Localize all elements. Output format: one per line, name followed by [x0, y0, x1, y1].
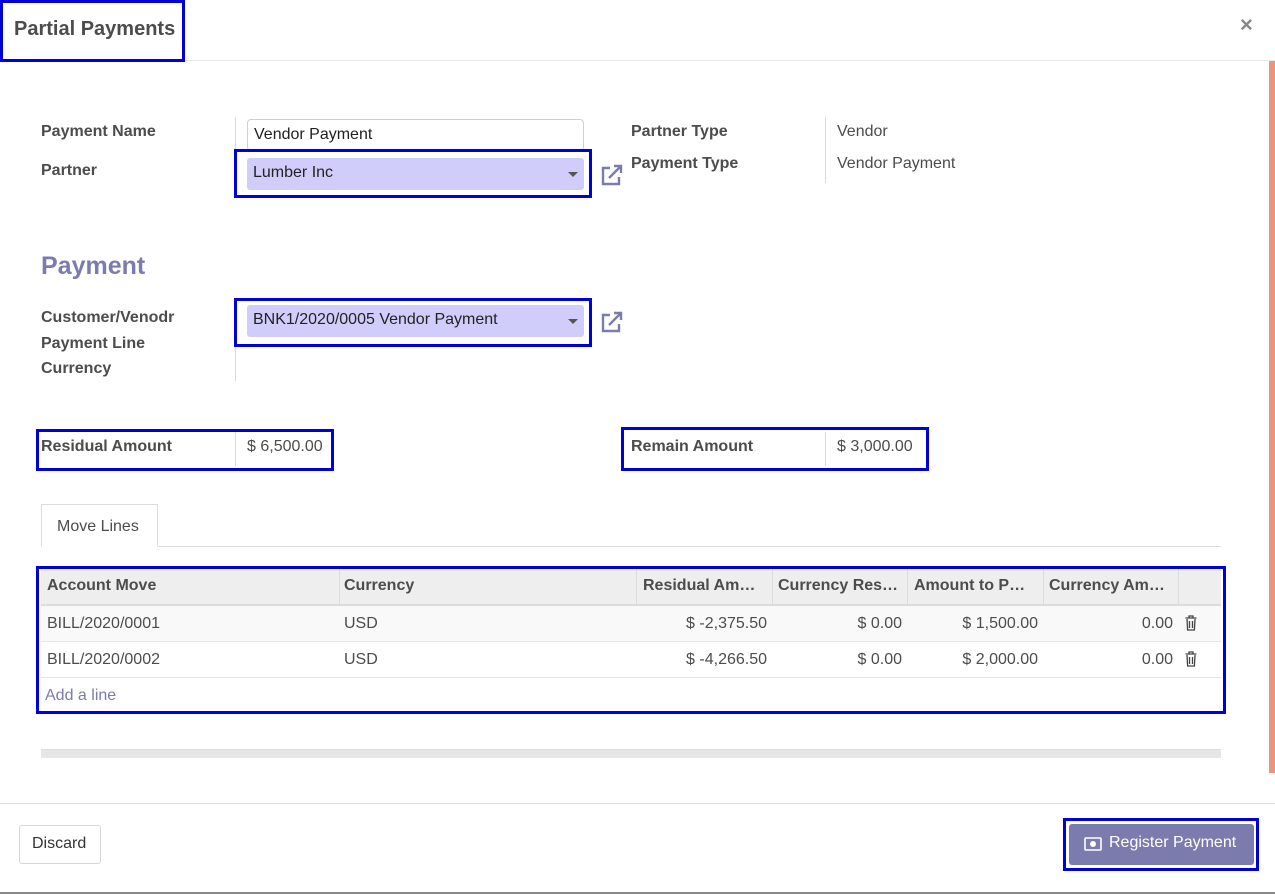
column-header-residual-amount[interactable]: Residual Am…: [637, 569, 773, 604]
remain-amount-label: Remain Amount: [631, 438, 754, 455]
caret-down-icon: [568, 319, 578, 324]
table-row[interactable]: BILL/2020/0001 USD $ -2,375.50 $ 0.00 $ …: [41, 606, 1221, 642]
cell-currency: USD: [344, 615, 378, 632]
partner-type-value: Vendor: [837, 123, 888, 140]
vertical-scrollbar[interactable]: [1269, 61, 1275, 773]
cell-account-move: BILL/2020/0001: [47, 615, 160, 632]
field-divider: [235, 305, 236, 381]
table-row[interactable]: BILL/2020/0002 USD $ -4,266.50 $ 0.00 $ …: [41, 642, 1221, 678]
payment-line-label-2: Payment Line: [41, 335, 146, 352]
partner-select-value: Lumber Inc: [253, 164, 334, 181]
column-header-currency-amount[interactable]: Currency Am…: [1043, 569, 1179, 604]
caret-down-icon: [568, 172, 578, 177]
cell-residual: $ -2,375.50: [686, 615, 767, 632]
money-icon: [1084, 837, 1102, 851]
column-header-amount-to-pay[interactable]: Amount to P…: [908, 569, 1044, 604]
currency-label: Currency: [41, 360, 112, 377]
field-divider: [235, 117, 236, 187]
dialog-title: Partial Payments: [14, 18, 176, 40]
payment-name-input[interactable]: Vendor Payment: [247, 119, 584, 151]
cell-amount-to-pay: $ 2,000.00: [962, 651, 1038, 668]
column-header-currency-residual[interactable]: Currency Res…: [772, 569, 908, 604]
column-header-account-move[interactable]: Account Move: [41, 569, 340, 604]
footer-divider: [0, 803, 1275, 804]
field-divider: [825, 117, 826, 183]
tab-divider: [158, 546, 1221, 547]
partner-label: Partner: [41, 162, 98, 179]
field-divider: [825, 432, 826, 466]
payment-type-label: Payment Type: [631, 155, 739, 172]
trash-icon[interactable]: [1185, 615, 1197, 631]
payment-section-title: Payment: [41, 252, 146, 280]
residual-amount-value: $ 6,500.00: [247, 438, 323, 455]
table-header: Account Move Currency Residual Am… Curre…: [41, 569, 1221, 606]
cell-currency-amount: 0.00: [1141, 651, 1173, 668]
header-divider: [0, 60, 1275, 61]
remain-amount-value: $ 3,000.00: [837, 438, 913, 455]
field-divider: [235, 432, 236, 466]
cell-amount-to-pay: $ 1,500.00: [962, 615, 1038, 632]
close-icon[interactable]: ×: [1240, 14, 1253, 36]
tab-move-lines[interactable]: Move Lines: [41, 504, 158, 547]
partner-select[interactable]: Lumber Inc: [247, 158, 584, 190]
register-payment-label: Register Payment: [1109, 834, 1237, 851]
payment-line-label: Customer/Venodr: [41, 309, 175, 326]
discard-button[interactable]: Discard: [19, 825, 101, 864]
payment-line-select-value: BNK1/2020/0005 Vendor Payment: [253, 311, 498, 328]
external-link-icon[interactable]: [599, 163, 625, 187]
cell-currency-residual: $ 0.00: [857, 615, 902, 632]
cell-currency-amount: 0.00: [1141, 615, 1173, 632]
horizontal-scrollbar[interactable]: [41, 749, 1221, 758]
cell-currency: USD: [344, 651, 378, 668]
cell-account-move: BILL/2020/0002: [47, 651, 160, 668]
external-link-icon[interactable]: [599, 310, 625, 334]
residual-amount-label: Residual Amount: [41, 438, 172, 455]
cell-residual: $ -4,266.50: [686, 651, 767, 668]
add-line-link[interactable]: Add a line: [45, 687, 116, 705]
payment-type-value: Vendor Payment: [837, 155, 956, 172]
register-payment-button[interactable]: Register Payment: [1069, 824, 1254, 865]
payment-line-select[interactable]: BNK1/2020/0005 Vendor Payment: [247, 305, 584, 337]
trash-icon[interactable]: [1185, 651, 1197, 667]
payment-name-label: Payment Name: [41, 123, 156, 140]
column-header-currency[interactable]: Currency: [338, 569, 637, 604]
partner-type-label: Partner Type: [631, 123, 728, 140]
cell-currency-residual: $ 0.00: [857, 651, 902, 668]
